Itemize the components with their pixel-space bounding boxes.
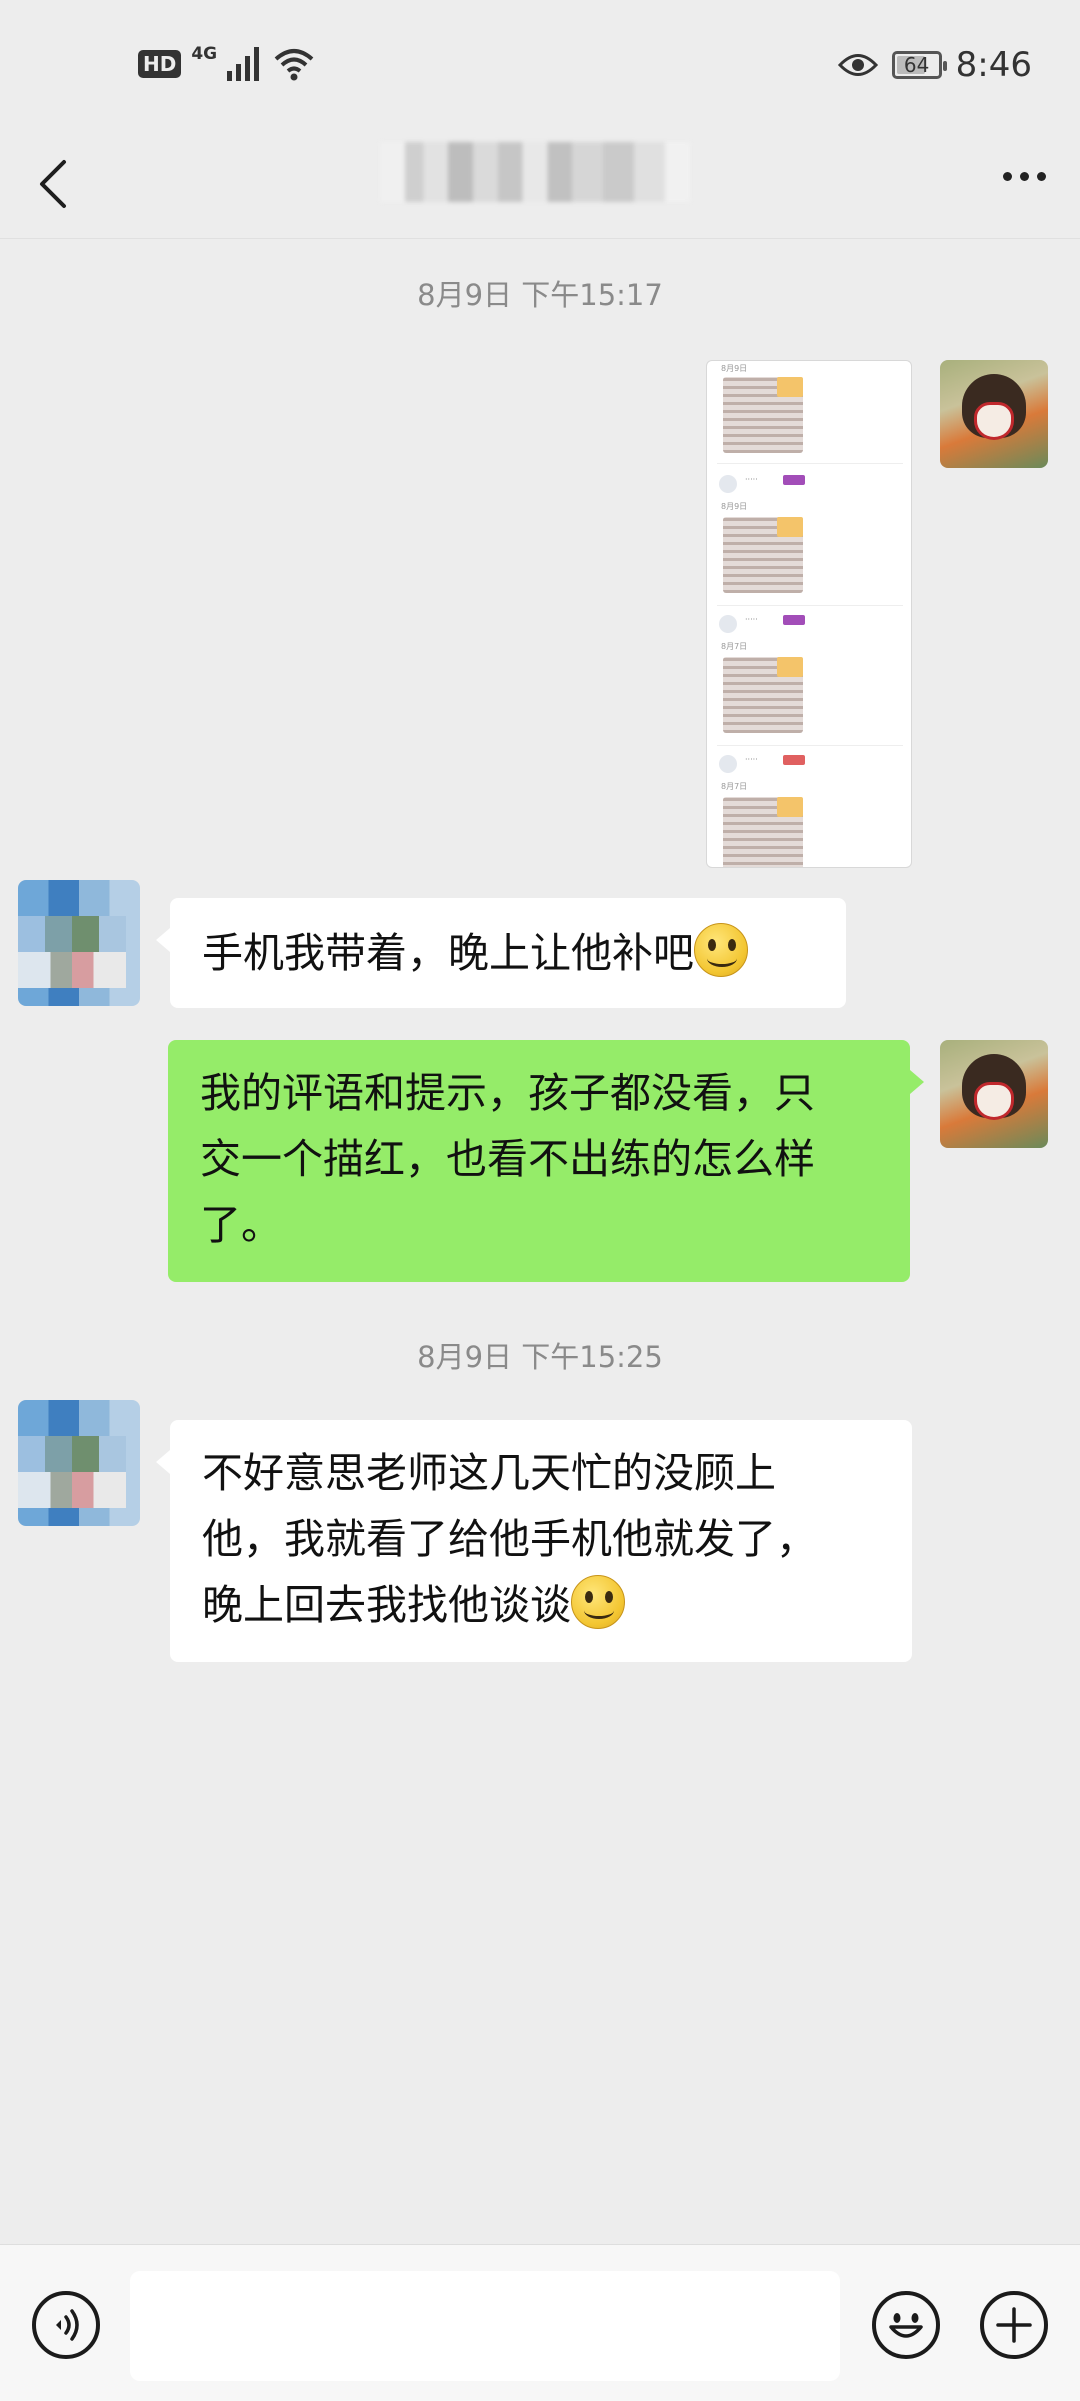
contact-name-blurred: [380, 142, 690, 202]
avatar-self[interactable]: [940, 360, 1048, 468]
message-text-line: 了。: [200, 1201, 282, 1249]
image-text: 8月7日: [721, 642, 748, 651]
message-timestamp: 8月9日 下午15:17: [417, 278, 663, 312]
more-button[interactable]: [1003, 172, 1046, 181]
avatar-contact[interactable]: [18, 880, 140, 1006]
message-text: 手机我带着，晚上让他补吧: [202, 929, 694, 977]
plus-icon: [996, 2307, 1032, 2343]
battery-level: 64: [903, 53, 930, 77]
message-timestamp: 8月9日 下午15:25: [417, 1340, 663, 1374]
back-button[interactable]: [28, 148, 80, 218]
hd-badge: HD: [138, 50, 182, 78]
image-text: 8月7日: [721, 782, 748, 791]
emoji-icon: [889, 2313, 923, 2338]
chat-header: [0, 130, 1080, 239]
network-type: 4G: [191, 44, 218, 64]
emoji-button[interactable]: [872, 2291, 940, 2359]
smile-emoji-icon: [571, 1575, 625, 1629]
smile-emoji-icon: [694, 923, 748, 977]
status-left: HD 4G: [138, 42, 315, 86]
plus-button[interactable]: [980, 2291, 1048, 2359]
avatar-contact[interactable]: [18, 1400, 140, 1526]
image-message[interactable]: 8月9日 ····· 8月9日 ····· 8月7日 ····· 8月7日: [706, 360, 912, 868]
image-row: ·····: [719, 751, 899, 779]
message-text-line: 我的评语和提示，孩子都没看，只: [200, 1069, 815, 1117]
more-dots-icon: [1003, 172, 1012, 181]
clock: 8:46: [955, 45, 1032, 85]
message-input[interactable]: [130, 2271, 840, 2381]
image-row: ·····: [719, 611, 899, 639]
image-row: ·····: [719, 471, 899, 499]
input-bar: [0, 2244, 1080, 2401]
status-bar: HD 4G 64 8:46: [0, 0, 1080, 130]
message-bubble-incoming[interactable]: 不好意思老师这几天忙的没顾上 他，我就看了给他手机他就发了， 晚上回去我找他谈谈: [156, 1420, 912, 1662]
voice-button[interactable]: [32, 2291, 100, 2359]
message-text-line: 他，我就看了给他手机他就发了，: [202, 1515, 817, 1563]
message-text-line: 不好意思老师这几天忙的没顾上: [202, 1449, 776, 1497]
battery-icon: 64: [891, 51, 947, 79]
wifi-icon: [274, 49, 314, 81]
avatar-self[interactable]: [940, 1040, 1048, 1148]
message-text-line: 交一个描红，也看不出练的怎么样: [200, 1135, 815, 1183]
message-bubble-outgoing[interactable]: 我的评语和提示，孩子都没看，只 交一个描红，也看不出练的怎么样 了。: [168, 1040, 924, 1282]
voice-icon: [56, 2309, 79, 2341]
message-bubble-incoming[interactable]: 手机我带着，晚上让他补吧: [156, 898, 846, 1008]
signal-icon: [227, 47, 260, 81]
status-right: 64 8:46: [837, 40, 1032, 90]
chevron-left-icon: [40, 160, 66, 208]
image-text: 8月9日: [721, 502, 748, 511]
eye-icon: [837, 54, 878, 76]
image-text: 8月9日: [721, 364, 748, 373]
message-text-line: 晚上回去我找他谈谈: [202, 1581, 571, 1629]
